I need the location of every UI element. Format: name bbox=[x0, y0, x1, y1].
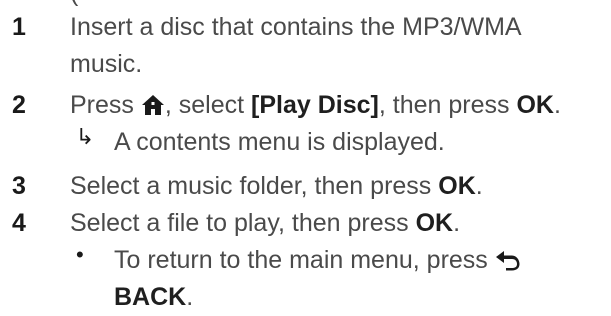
step-1-line-1: Insert a disc that contains the MP3/WMA bbox=[70, 13, 522, 41]
step-1-line-2: music. bbox=[70, 50, 143, 78]
step-2-text-b: , select bbox=[164, 91, 252, 119]
manual-page: ( 1 Insert a disc that contains the MP3/… bbox=[0, 0, 611, 313]
step-number: 2 bbox=[12, 91, 26, 119]
step-4-note-cont-text: BACK. bbox=[114, 279, 193, 316]
step-4-note-text: To return to the main menu, press bbox=[114, 242, 521, 282]
ok-key: OK bbox=[438, 172, 476, 200]
bullet-icon: • bbox=[76, 242, 84, 267]
step-4-note-sub-text: To return to the main menu, press bbox=[114, 246, 495, 274]
step-number: 4 bbox=[12, 209, 26, 237]
step-text: Press , select [Play Disc], then press O… bbox=[70, 87, 610, 127]
step-4-note-end: . bbox=[186, 283, 194, 311]
step-text: Select a music folder, then press OK. bbox=[70, 168, 610, 205]
cut-off-text: ( bbox=[70, 0, 78, 8]
ok-key: OK bbox=[415, 209, 454, 237]
result-arrow-icon: ↳ bbox=[75, 124, 95, 149]
ok-key: OK bbox=[516, 91, 554, 119]
step-4-text-a: Select a file to play, then press bbox=[70, 209, 416, 237]
step-text: Insert a disc that contains the MP3/WMA … bbox=[70, 9, 610, 83]
step-2-result-text: A contents menu is displayed. bbox=[114, 128, 445, 156]
back-key: BACK bbox=[114, 283, 187, 311]
step-number: 3 bbox=[12, 172, 26, 200]
step-2-text-c: , then press bbox=[378, 91, 517, 119]
back-icon bbox=[495, 245, 521, 282]
step-2-text-a: Press bbox=[70, 91, 141, 119]
step-3-text-a: Select a music folder, then press bbox=[70, 172, 439, 200]
step-number: 1 bbox=[12, 13, 26, 41]
home-icon bbox=[141, 90, 165, 127]
step-3-text-b: . bbox=[475, 172, 483, 200]
play-disc-menu-item: [Play Disc] bbox=[251, 91, 379, 119]
step-4-text-b: . bbox=[453, 209, 461, 237]
step-text: Select a file to play, then press OK. bbox=[70, 205, 610, 242]
cut-off-paren: ( bbox=[70, 0, 78, 7]
step-2-text-d: . bbox=[553, 91, 561, 119]
